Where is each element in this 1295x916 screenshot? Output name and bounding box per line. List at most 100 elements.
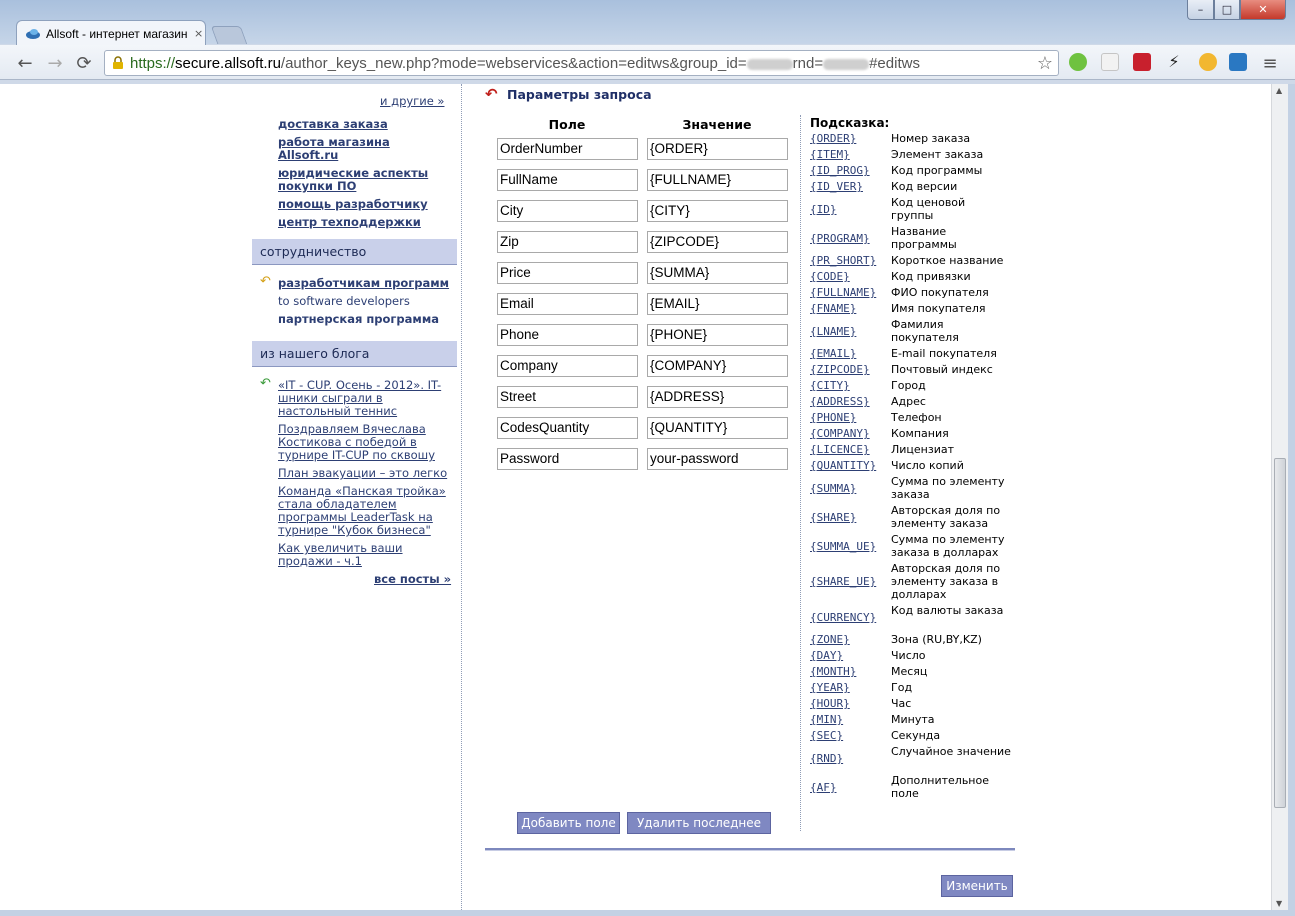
reload-button[interactable]: ⟳ bbox=[73, 52, 95, 74]
param-value-input[interactable]: {ADDRESS} bbox=[647, 386, 788, 408]
hint-code-link[interactable]: {EMAIL} bbox=[810, 347, 856, 360]
param-name-input[interactable]: Price bbox=[497, 262, 638, 284]
param-value-input[interactable]: {SUMMA} bbox=[647, 262, 788, 284]
browser-tab-active[interactable]: Allsoft - интернет магазин × bbox=[16, 20, 206, 46]
blog-post-link[interactable]: Поздравляем Вячеслава Костикова с победо… bbox=[278, 423, 448, 462]
param-value-input[interactable]: {QUANTITY} bbox=[647, 417, 788, 439]
hint-code-link[interactable]: {FULLNAME} bbox=[810, 286, 876, 299]
extension-circle-icon[interactable] bbox=[1229, 53, 1247, 71]
hint-code-link[interactable]: {ADDRESS} bbox=[810, 395, 870, 408]
extension-lightning-icon[interactable]: ⚡ bbox=[1165, 53, 1183, 71]
forward-button[interactable]: → bbox=[44, 52, 66, 74]
back-button[interactable]: ← bbox=[14, 52, 36, 74]
param-value-input[interactable]: {ORDER} bbox=[647, 138, 788, 160]
param-value-input[interactable]: your-password bbox=[647, 448, 788, 470]
hint-code-link[interactable]: {ID} bbox=[810, 203, 837, 216]
section-title: Параметры запроса bbox=[507, 87, 652, 102]
extension-lastpass-icon[interactable] bbox=[1133, 53, 1151, 71]
hint-code-link[interactable]: {QUANTITY} bbox=[810, 459, 876, 472]
hint-code-link[interactable]: {LNAME} bbox=[810, 325, 856, 338]
hint-code-link[interactable]: {ID_PROG} bbox=[810, 164, 870, 177]
maximize-button[interactable]: □ bbox=[1214, 0, 1240, 20]
remove-last-button[interactable]: Удалить последнее bbox=[627, 812, 771, 834]
submit-change-button[interactable]: Изменить bbox=[941, 875, 1013, 897]
param-value-input[interactable]: {EMAIL} bbox=[647, 293, 788, 315]
hint-code-link[interactable]: {RND} bbox=[810, 752, 843, 765]
param-name-input[interactable]: OrderNumber bbox=[497, 138, 638, 160]
sidebar-link-for-developers[interactable]: разработчикам программ bbox=[278, 277, 449, 290]
close-window-button[interactable]: ✕ bbox=[1240, 0, 1286, 20]
blog-post-link[interactable]: Команда «Панская тройка» стала обладател… bbox=[278, 485, 448, 537]
chrome-menu-icon[interactable]: ≡ bbox=[1259, 52, 1281, 74]
sidebar-link-store-work[interactable]: работа магазина Allsoft.ru bbox=[278, 136, 418, 162]
blog-post-link[interactable]: План эвакуации – это легко bbox=[278, 467, 454, 480]
minimize-button[interactable]: – bbox=[1187, 0, 1214, 20]
param-name-input[interactable]: CodesQuantity bbox=[497, 417, 638, 439]
param-name-input[interactable]: Zip bbox=[497, 231, 638, 253]
hint-code-link[interactable]: {SEC} bbox=[810, 729, 843, 742]
hint-code-link[interactable]: {LICENCE} bbox=[810, 443, 870, 456]
hint-code-link[interactable]: {CODE} bbox=[810, 270, 850, 283]
sidebar-link-support[interactable]: центр техподдержки bbox=[278, 216, 421, 229]
column-header-value: Значение bbox=[682, 117, 752, 132]
new-tab-button[interactable] bbox=[210, 26, 248, 44]
hint-code-link[interactable]: {SUMMA_UE} bbox=[810, 540, 876, 553]
hint-code-link[interactable]: {SHARE} bbox=[810, 511, 856, 524]
hint-code-link[interactable]: {HOUR} bbox=[810, 697, 850, 710]
tab-close-icon[interactable]: × bbox=[194, 27, 203, 40]
add-field-button[interactable]: Добавить поле bbox=[517, 812, 620, 834]
param-name-input[interactable]: Phone bbox=[497, 324, 638, 346]
hint-code-link[interactable]: {PR_SHORT} bbox=[810, 254, 876, 267]
hint-code-link[interactable]: {PHONE} bbox=[810, 411, 856, 424]
hint-code-link[interactable]: {CURRENCY} bbox=[810, 611, 876, 624]
hint-code-link[interactable]: {ID_VER} bbox=[810, 180, 863, 193]
hint-code-link[interactable]: {COMPANY} bbox=[810, 427, 870, 440]
page-scrollbar[interactable]: ▲ ▼ bbox=[1271, 84, 1288, 910]
hint-code-link[interactable]: {CITY} bbox=[810, 379, 850, 392]
hint-code-link[interactable]: {SUMMA} bbox=[810, 482, 856, 495]
param-value-input[interactable]: {FULLNAME} bbox=[647, 169, 788, 191]
param-name-input[interactable]: Street bbox=[497, 386, 638, 408]
sidebar-link-delivery[interactable]: доставка заказа bbox=[278, 118, 388, 131]
more-vendors-link[interactable]: и другие » bbox=[380, 94, 444, 108]
extension-blank-icon[interactable] bbox=[1101, 53, 1119, 71]
hint-code-link[interactable]: {DAY} bbox=[810, 649, 843, 662]
extension-smiley-icon[interactable] bbox=[1069, 53, 1087, 71]
sidebar-link-dev-help[interactable]: помощь разработчику bbox=[278, 198, 428, 211]
hint-code-link[interactable]: {MONTH} bbox=[810, 665, 856, 678]
param-value-input[interactable]: {ZIPCODE} bbox=[647, 231, 788, 253]
hint-code-link[interactable]: {ITEM} bbox=[810, 148, 850, 161]
sidebar-link-partner[interactable]: партнерская программа bbox=[278, 313, 439, 326]
hint-description: Телефон bbox=[891, 411, 942, 424]
hint-code-link[interactable]: {YEAR} bbox=[810, 681, 850, 694]
param-name-input[interactable]: City bbox=[497, 200, 638, 222]
param-name-input[interactable]: FullName bbox=[497, 169, 638, 191]
blog-post-link[interactable]: «IT - CUP. Осень - 2012». IT-шники сыгра… bbox=[278, 379, 454, 418]
sidebar-link-legal[interactable]: юридические аспекты покупки ПО bbox=[278, 167, 438, 193]
param-value-input[interactable]: {CITY} bbox=[647, 200, 788, 222]
hint-code-link[interactable]: {ZONE} bbox=[810, 633, 850, 646]
hint-code-link[interactable]: {AF} bbox=[810, 781, 837, 794]
scroll-down-icon[interactable]: ▼ bbox=[1276, 899, 1282, 908]
hint-description: Код версии bbox=[891, 180, 958, 193]
extension-flower-icon[interactable] bbox=[1199, 53, 1217, 71]
hint-code-link[interactable]: {SHARE_UE} bbox=[810, 575, 876, 588]
scrollbar-thumb[interactable] bbox=[1274, 458, 1286, 808]
hint-code-link[interactable]: {MIN} bbox=[810, 713, 843, 726]
param-value-input[interactable]: {PHONE} bbox=[647, 324, 788, 346]
param-name-input[interactable]: Email bbox=[497, 293, 638, 315]
all-posts-link[interactable]: все посты » bbox=[374, 572, 451, 586]
section-header-coop: сотрудничество bbox=[252, 239, 457, 265]
hint-code-link[interactable]: {FNAME} bbox=[810, 302, 856, 315]
hint-code-link[interactable]: {PROGRAM} bbox=[810, 232, 870, 245]
param-name-input[interactable]: Password bbox=[497, 448, 638, 470]
address-bar[interactable]: https://secure.allsoft.ru/author_keys_ne… bbox=[104, 50, 1059, 76]
blog-post-link[interactable]: Как увеличить ваши продажи - ч.1 bbox=[278, 542, 418, 568]
param-name-input[interactable]: Company bbox=[497, 355, 638, 377]
bookmark-star-icon[interactable]: ☆ bbox=[1037, 53, 1053, 74]
sidebar-link-software-developers[interactable]: to software developers bbox=[278, 295, 410, 308]
scroll-up-icon[interactable]: ▲ bbox=[1276, 86, 1282, 95]
param-value-input[interactable]: {COMPANY} bbox=[647, 355, 788, 377]
hint-code-link[interactable]: {ORDER} bbox=[810, 132, 856, 145]
hint-code-link[interactable]: {ZIPCODE} bbox=[810, 363, 870, 376]
